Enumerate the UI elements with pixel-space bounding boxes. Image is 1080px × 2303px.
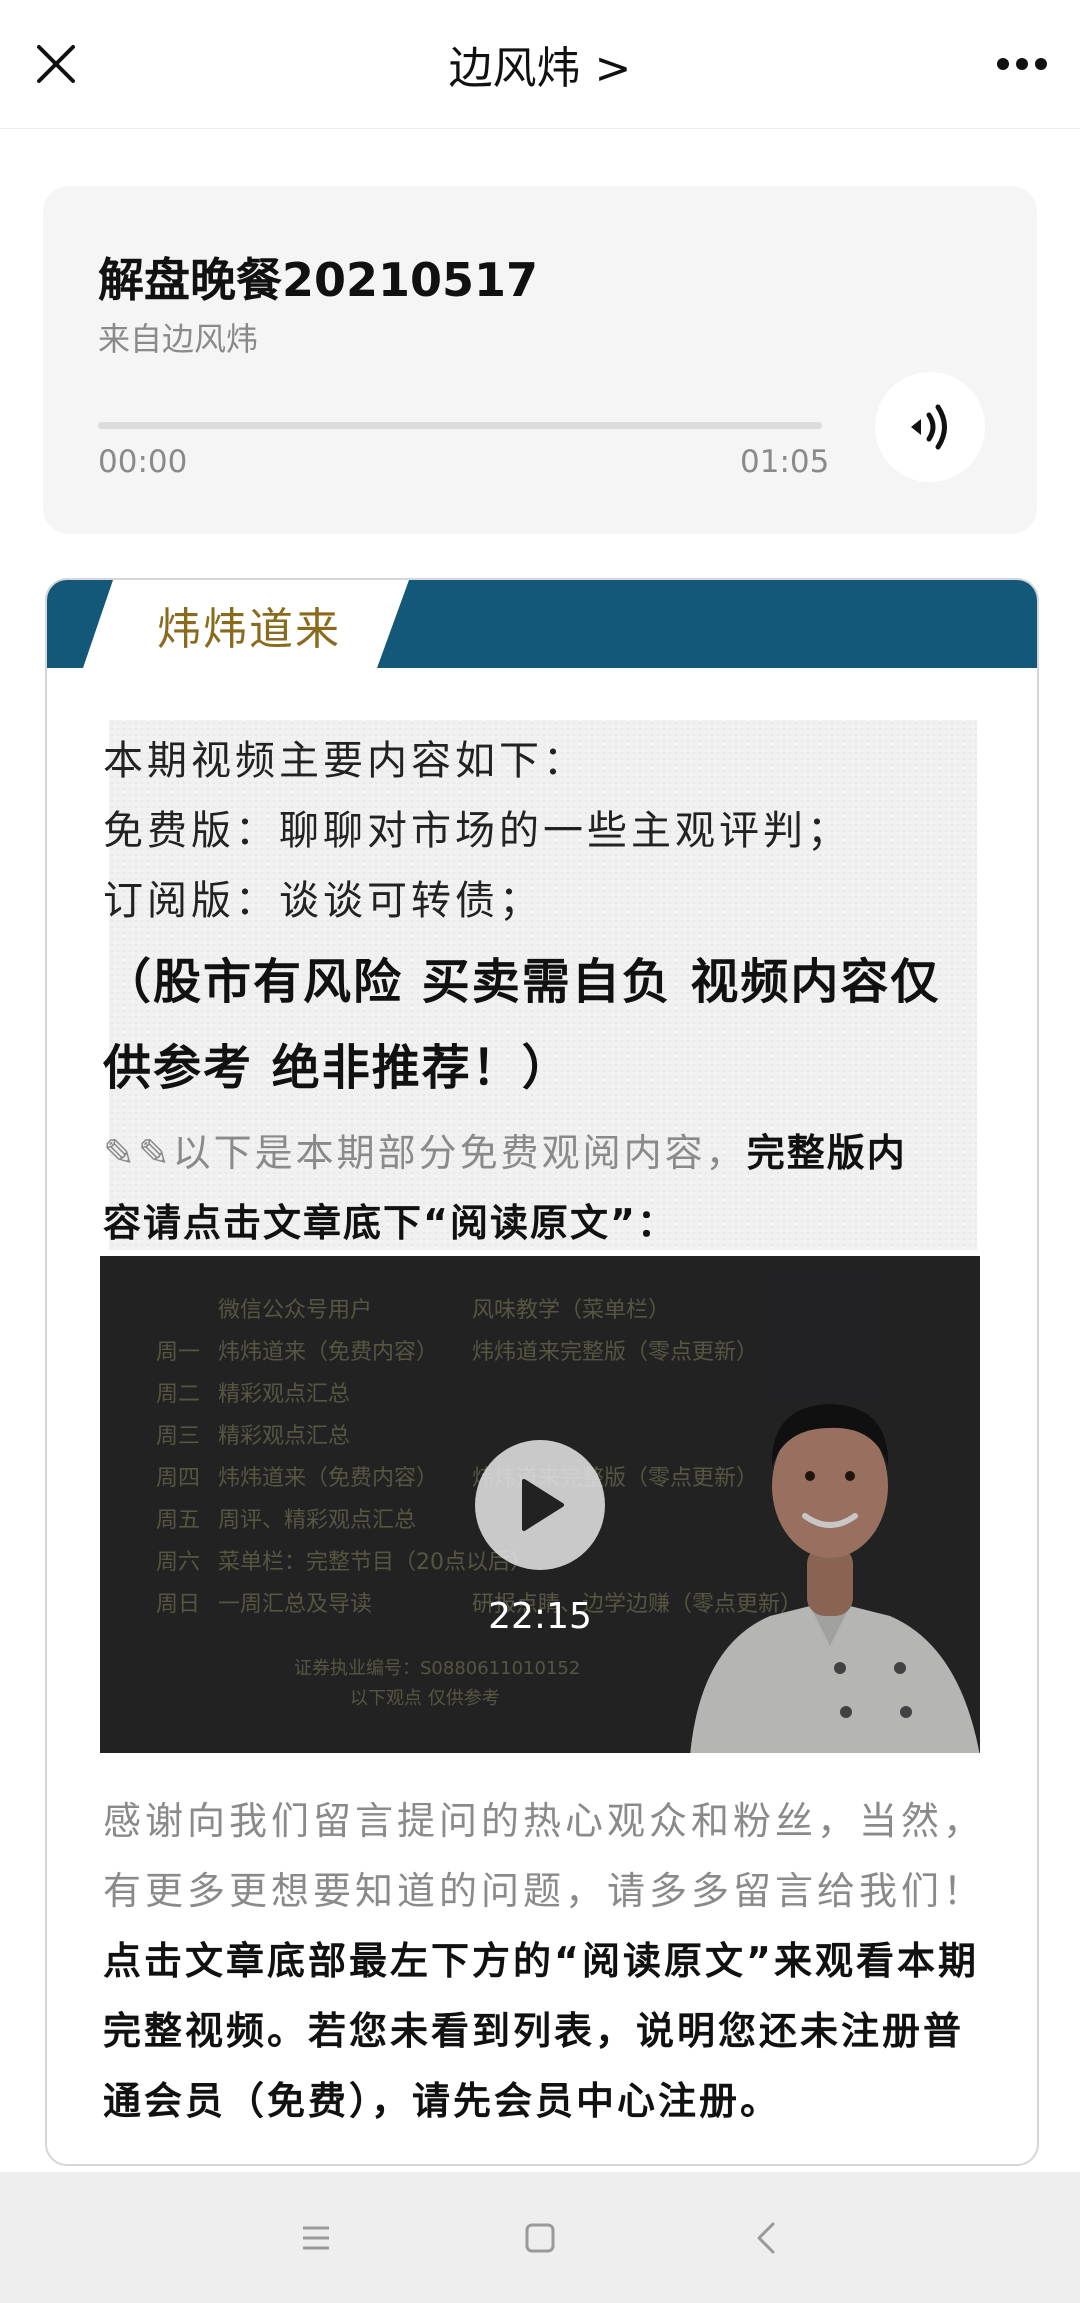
- menu-icon: [303, 2226, 329, 2250]
- menu-button[interactable]: [286, 2210, 346, 2266]
- audio-card[interactable]: 解盘晚餐20210517 来自边风炜 00:00 01:05: [43, 186, 1037, 534]
- account-name[interactable]: 边风炜 >: [0, 32, 1080, 96]
- home-icon: [525, 2223, 555, 2253]
- banner-title: 炜炜道来: [157, 604, 341, 655]
- video-player[interactable]: 微信公众号用户 风味教学（菜单栏） 周一 炜炜道来（免费内容） 炜炜道来完整版（…: [100, 1256, 980, 1753]
- intro-line: 订阅版：谈谈可转债；: [103, 878, 543, 924]
- preview-bold: 完整版内: [746, 1131, 907, 1175]
- outro-bold-line: 点击文章底部最左下方的“阅读原文”来观看本期: [103, 1939, 979, 1983]
- outro-line: 感谢向我们留言提问的热心观众和粉丝，当然，: [103, 1799, 986, 1843]
- video-duration: 22:15: [488, 1596, 592, 1637]
- back-icon: [757, 2222, 775, 2254]
- intro-line: 本期视频主要内容如下：: [103, 738, 587, 784]
- more-icon: [997, 58, 1047, 70]
- home-button[interactable]: [510, 2210, 570, 2266]
- outro-bold-line: 完整视频。若您未看到列表，说明您还未注册普: [103, 2009, 965, 2053]
- disclaimer-line: （股市有风险 买卖需自负 视频内容仅: [103, 954, 941, 1010]
- audio-source: 来自边风炜: [98, 320, 259, 358]
- top-bar: 边风炜 >: [0, 0, 1080, 129]
- system-nav-bar: [0, 2172, 1080, 2303]
- back-button[interactable]: [736, 2210, 796, 2266]
- video-play-button[interactable]: [475, 1440, 605, 1570]
- audio-duration: 01:05: [740, 444, 830, 480]
- intro-line: 免费版：聊聊对市场的一些主观评判；: [103, 808, 851, 854]
- preview-prefix: ✎✎以下是本期部分免费观阅内容，: [103, 1131, 747, 1175]
- more-button[interactable]: [984, 30, 1060, 98]
- article-frame: 炜炜道来 本期视频主要内容如下： 免费版：聊聊对市场的一些主观评判； 订阅版：谈…: [45, 578, 1039, 2166]
- outro-line: 有更多更想要知道的问题，请多多留言给我们！: [103, 1869, 986, 1913]
- preview-line: ✎✎以下是本期部分免费观阅内容，完整版内: [103, 1122, 907, 1177]
- preview-line-2: 容请点击文章底下“阅读原文”：: [103, 1201, 677, 1245]
- audio-play-button[interactable]: [875, 372, 985, 482]
- disclaimer-line: 供参考 绝非推荐！）: [103, 1040, 572, 1096]
- speaker-icon: [911, 404, 947, 450]
- audio-progress-bar[interactable]: [98, 422, 822, 429]
- audio-title: 解盘晚餐20210517: [98, 253, 539, 307]
- outro-bold-line: 通会员（免费），请先会员中心注册。: [103, 2079, 782, 2123]
- audio-current-time: 00:00: [98, 444, 188, 480]
- play-icon: [522, 1479, 564, 1531]
